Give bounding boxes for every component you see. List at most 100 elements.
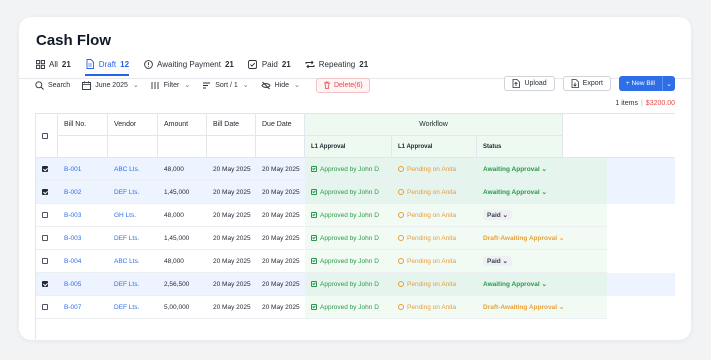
search-button[interactable]: Search	[35, 80, 70, 90]
row-checkbox[interactable]	[42, 304, 48, 310]
table-row[interactable]: B-001 ABC Lts. 48,000 20 May 2025 20 May 202…	[36, 158, 675, 181]
tab-paid[interactable]: Paid 21	[248, 55, 291, 73]
table-row[interactable]: B-005 DEF Lts. 2,56,500 20 May 2025 20 May 2…	[36, 273, 675, 296]
table-row[interactable]: B-007 DEF Lts. 5,00,000 20 May 2025 20 May 2…	[36, 296, 675, 319]
tab-count: 21	[61, 59, 71, 69]
row-checkbox[interactable]	[42, 189, 48, 195]
document-icon	[85, 59, 95, 69]
bills-table: Bill No. Vendor Amount Bill Date Due Dat…	[35, 113, 675, 339]
export-button[interactable]: Export	[562, 76, 611, 91]
col-bill-date[interactable]: Bill Date	[207, 114, 256, 136]
table-row[interactable]: B-003 GH Lts. 48,000 20 May 2025 20 May 2025…	[36, 204, 675, 227]
amount-cell: 1,45,000	[158, 227, 207, 250]
col-amount[interactable]: Amount	[158, 114, 207, 136]
l1-approval-a-cell: Approved by John D	[305, 227, 392, 250]
subheader-empty	[108, 136, 158, 158]
hide-button[interactable]: Hide ⌄	[261, 81, 300, 90]
vendor-link[interactable]: GH Lts.	[108, 204, 158, 227]
status-dropdown[interactable]: Draft-Awaiting Approval ⌄	[483, 303, 564, 311]
bill-date-cell: 20 May 2025	[207, 181, 256, 204]
search-icon	[35, 80, 44, 90]
table-row[interactable]: B-004 ABC Lts. 48,000 20 May 2025 20 May 202…	[36, 250, 675, 273]
tab-draft[interactable]: Draft 12	[84, 55, 130, 76]
date-picker[interactable]: June 2025 ⌄	[82, 80, 139, 90]
tab-all[interactable]: All 21	[35, 55, 71, 73]
row-select-cell[interactable]	[36, 273, 58, 296]
check-icon	[311, 304, 317, 310]
approved-text: Approved by John D	[320, 257, 379, 265]
row-checkbox[interactable]	[42, 281, 48, 287]
due-date-cell: 20 May 2025	[256, 158, 305, 181]
amount-cell: 1,45,000	[158, 181, 207, 204]
vendor-link[interactable]: DEF Lts.	[108, 181, 158, 204]
row-select-cell[interactable]	[36, 227, 58, 250]
new-bill-button[interactable]: + New Bill	[618, 76, 662, 91]
page-title: Cash Flow	[36, 32, 112, 49]
bill-number-link[interactable]: B-005	[58, 273, 108, 296]
pending-text: Pending on Anita	[407, 211, 457, 219]
l1-approval-b-cell: Pending on Anita	[392, 227, 477, 250]
delete-button[interactable]: Delete(6)	[315, 77, 370, 93]
export-icon	[571, 79, 579, 88]
vendor-link[interactable]: ABC Lts.	[108, 158, 158, 181]
status-dropdown[interactable]: Awaiting Approval ⌄	[483, 280, 547, 288]
row-select-cell[interactable]	[36, 250, 58, 273]
l1-approval-b-cell: Pending on Anita	[392, 250, 477, 273]
row-checkbox[interactable]	[42, 258, 48, 264]
status-cell: Paid ⌄	[477, 204, 607, 227]
filter-button[interactable]: Filter ⌄	[151, 81, 190, 90]
bill-number-link[interactable]: B-003	[58, 227, 108, 250]
vendor-link[interactable]: DEF Lts.	[108, 227, 158, 250]
vendor-link[interactable]: DEF Lts.	[108, 273, 158, 296]
l1-approval-a-cell: Approved by John D	[305, 296, 392, 319]
bill-number-link[interactable]: B-004	[58, 250, 108, 273]
row-select-cell[interactable]	[36, 158, 58, 181]
tab-awaiting-payment[interactable]: Awaiting Payment 21	[143, 55, 234, 73]
row-checkbox[interactable]	[42, 235, 48, 241]
row-select-cell[interactable]	[36, 204, 58, 227]
vendor-link[interactable]: DEF Lts.	[108, 296, 158, 319]
upload-label: Upload	[524, 80, 547, 87]
items-count: 1 items	[615, 100, 638, 107]
col-l1-approval-a: L1 Approval	[305, 136, 392, 158]
col-vendor[interactable]: Vendor	[108, 114, 158, 136]
table-row[interactable]: B-002 DEF Lts. 1,45,000 20 May 2025 20 May 2…	[36, 181, 675, 204]
subheader-empty	[207, 136, 256, 158]
tab-label: Paid	[261, 59, 278, 69]
l1-approval-b-cell: Pending on Anita	[392, 204, 477, 227]
col-workflow: Workflow	[305, 114, 563, 136]
status-dropdown[interactable]: Awaiting Approval ⌄	[483, 165, 547, 173]
row-select-cell[interactable]	[36, 181, 58, 204]
bill-number-link[interactable]: B-001	[58, 158, 108, 181]
tab-label: Awaiting Payment	[157, 59, 221, 69]
l1-approval-b-cell: Pending on Anita	[392, 273, 477, 296]
clock-icon	[398, 235, 404, 241]
tab-repeating[interactable]: Repeating 21	[305, 55, 368, 73]
vendor-link[interactable]: ABC Lts.	[108, 250, 158, 273]
sort-button[interactable]: Sort / 1 ⌄	[202, 81, 249, 90]
bill-number-link[interactable]: B-002	[58, 181, 108, 204]
col-due-date[interactable]: Due Date	[256, 114, 305, 136]
status-dropdown[interactable]: Awaiting Approval ⌄	[483, 188, 547, 196]
chevron-down-icon: ⌄	[666, 80, 672, 88]
row-select-cell[interactable]	[36, 296, 58, 319]
upload-button[interactable]: Upload	[504, 76, 555, 91]
status-dropdown[interactable]: Paid ⌄	[483, 210, 512, 220]
clock-icon	[398, 258, 404, 264]
col-bill-no[interactable]: Bill No.	[58, 114, 108, 136]
row-checkbox[interactable]	[42, 166, 48, 172]
l1-approval-b-cell: Pending on Anita	[392, 181, 477, 204]
new-bill-dropdown-button[interactable]: ⌄	[662, 76, 675, 91]
toolbar-actions: Upload Export + New Bill ⌄	[504, 76, 675, 91]
bill-date-cell: 20 May 2025	[207, 296, 256, 319]
bill-number-link[interactable]: B-007	[58, 296, 108, 319]
status-dropdown[interactable]: Paid ⌄	[483, 256, 512, 266]
row-checkbox[interactable]	[42, 212, 48, 218]
approved-text: Approved by John D	[320, 280, 379, 288]
bill-number-link[interactable]: B-003	[58, 204, 108, 227]
due-date-cell: 20 May 2025	[256, 204, 305, 227]
status-dropdown[interactable]: Draft-Awaiting Approval ⌄	[483, 234, 564, 242]
hide-label: Hide	[274, 81, 290, 89]
table-row[interactable]: B-003 DEF Lts. 1,45,000 20 May 2025 20 May 2…	[36, 227, 675, 250]
status-cell: Awaiting Approval ⌄	[477, 273, 607, 296]
